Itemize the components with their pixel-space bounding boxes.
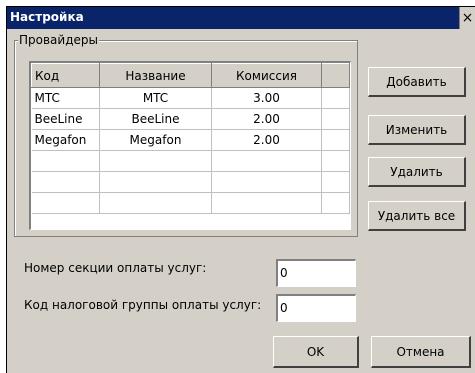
ok-button[interactable]: OK (273, 336, 359, 368)
cell-commission[interactable] (211, 150, 322, 172)
cell-code[interactable]: BeeLine (31, 108, 100, 130)
tax-group-label: Код налоговой группы оплаты услуг: (24, 298, 262, 312)
cancel-button[interactable]: Отмена (371, 336, 471, 368)
cell-blank[interactable] (321, 192, 350, 214)
cell-code[interactable] (31, 150, 100, 172)
cell-blank[interactable] (321, 171, 350, 193)
table-row[interactable] (31, 150, 350, 172)
cell-code[interactable] (31, 171, 100, 193)
delete-all-button[interactable]: Удалить все (368, 201, 466, 231)
section-number-input[interactable]: 0 (276, 259, 356, 287)
table-header-row: Код Название Комиссия (31, 63, 350, 88)
section-number-label: Номер секции оплаты услуг: (24, 261, 207, 275)
title-bar: Настройка × (7, 7, 475, 29)
cell-code[interactable]: MTC (31, 87, 100, 109)
cell-name[interactable] (99, 192, 212, 214)
cell-commission[interactable]: 2.00 (211, 129, 322, 151)
cell-name[interactable] (99, 171, 212, 193)
tax-group-input[interactable]: 0 (276, 294, 356, 322)
cell-name[interactable]: Megafon (99, 129, 212, 151)
column-header-code[interactable]: Код (31, 63, 100, 88)
cell-code[interactable] (31, 192, 100, 214)
delete-button[interactable]: Удалить (368, 157, 466, 187)
cell-code[interactable]: Megafon (31, 129, 100, 151)
cell-blank[interactable] (321, 129, 350, 151)
cell-commission[interactable] (211, 192, 322, 214)
providers-group-label: Провайдеры (18, 33, 99, 47)
column-header-blank[interactable] (321, 63, 350, 88)
table-row[interactable]: BeeLine BeeLine 2.00 (31, 108, 350, 130)
providers-table[interactable]: Код Название Комиссия MTC MTC 3.00 BeeLi… (29, 61, 351, 230)
table-row[interactable]: Megafon Megafon 2.00 (31, 129, 350, 151)
table-row[interactable]: MTC MTC 3.00 (31, 87, 350, 109)
cell-name[interactable]: BeeLine (99, 108, 212, 130)
cell-blank[interactable] (321, 150, 350, 172)
column-header-commission[interactable]: Комиссия (211, 63, 322, 88)
close-icon[interactable]: × (459, 7, 475, 29)
cell-commission[interactable]: 2.00 (211, 108, 322, 130)
add-button[interactable]: Добавить (368, 67, 466, 97)
cell-commission[interactable] (211, 171, 322, 193)
column-header-name[interactable]: Название (99, 63, 212, 88)
cell-name[interactable]: MTC (99, 87, 212, 109)
cell-blank[interactable] (321, 108, 350, 130)
cell-commission[interactable]: 3.00 (211, 87, 322, 109)
settings-dialog: Настройка × Провайдеры Код Название Коми… (6, 6, 475, 373)
edit-button[interactable]: Изменить (368, 115, 466, 145)
table-row[interactable] (31, 192, 350, 214)
cell-name[interactable] (99, 150, 212, 172)
table-row[interactable] (31, 171, 350, 193)
dialog-title: Настройка (10, 10, 84, 24)
cell-blank[interactable] (321, 87, 350, 109)
